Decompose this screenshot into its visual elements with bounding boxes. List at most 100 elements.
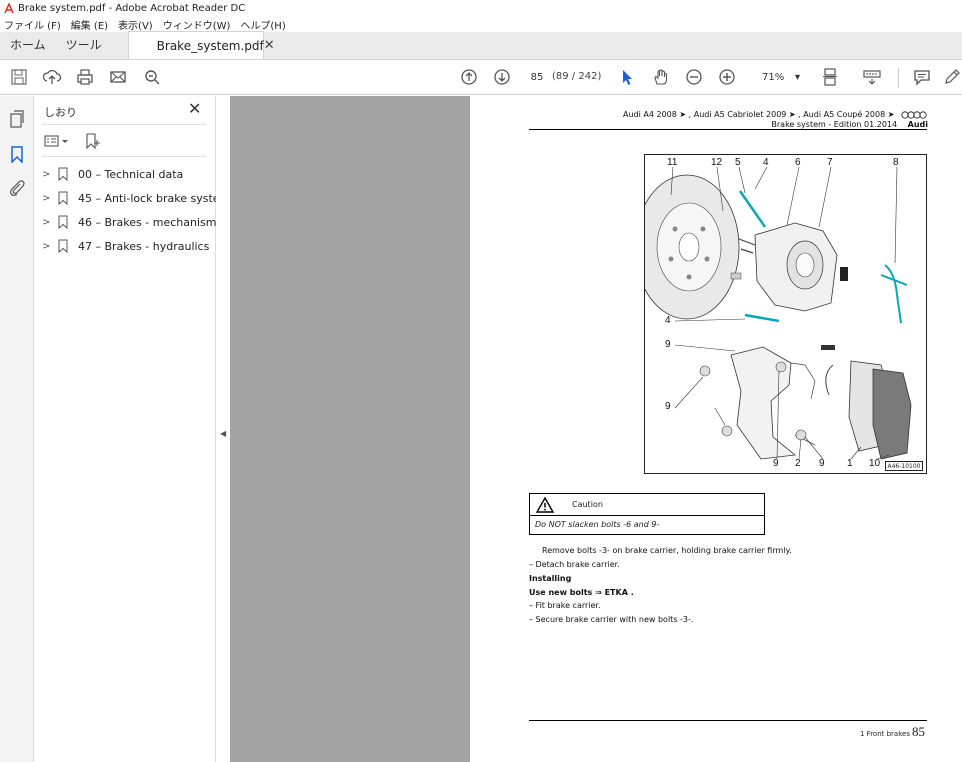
page-header-models: Audi A4 2008 ➤ , Audi A5 Cabriolet 2009 … [623, 110, 928, 119]
menu-edit[interactable]: 編集 (E) [71, 17, 108, 32]
bookmark-flag-icon [58, 239, 68, 253]
toolbar-separator [898, 68, 899, 88]
menu-view[interactable]: 表示(V) [118, 17, 153, 32]
callout-label: 9 [819, 458, 825, 469]
zoom-out-icon[interactable] [684, 67, 704, 87]
callout-label: 9 [773, 458, 779, 469]
caution-text: Do NOT slacken bolts -6 and 9- [535, 520, 660, 529]
divider [42, 156, 206, 157]
print-icon[interactable] [75, 67, 95, 87]
toolbar: (89 / 242) 71% ▾ [0, 60, 962, 95]
bookmarks-icon[interactable] [8, 145, 26, 164]
callout-label: 12 [711, 157, 723, 168]
expand-chevron-icon[interactable]: > [42, 241, 54, 252]
callout-label: 9 [665, 401, 671, 412]
footer-rule [529, 720, 927, 721]
menu-window[interactable]: ウィンドウ(W) [163, 17, 231, 32]
panel-collapse-strip: ◀ [216, 96, 230, 762]
menu-file[interactable]: ファイル (F) [4, 17, 61, 32]
bookmark-label: 46 – Brakes - mechanism [78, 215, 217, 229]
callout-label: 10 [869, 458, 881, 469]
pen-icon[interactable] [942, 67, 962, 87]
bookmarks-close-icon[interactable]: ✕ [188, 99, 201, 118]
bookmark-item[interactable]: > 00 – Technical data [42, 165, 183, 183]
brake-exploded-diagram: 11 12 5 4 6 7 8 4 9 9 9 2 9 1 10 A46-101… [644, 154, 927, 474]
footer-page-number: 85 [912, 724, 925, 739]
step-text: Remove bolts -3- on brake carrier, holdi… [542, 546, 792, 555]
title-bar: Brake system.pdf - Adobe Acrobat Reader … [0, 0, 962, 16]
bookmarks-panel-title: しおり [44, 106, 77, 119]
expand-chevron-icon[interactable]: > [42, 193, 54, 204]
page-thumbnails-icon[interactable] [8, 110, 26, 128]
next-page-icon[interactable] [492, 67, 512, 87]
callout-label: 1 [847, 458, 853, 469]
callout-label: 5 [735, 157, 741, 168]
section-heading: Installing [529, 574, 572, 583]
page-layout-icon[interactable] [820, 67, 840, 87]
zoom-caret-icon: ▾ [794, 72, 800, 83]
tab-document-label: Brake_system.pdf [156, 38, 264, 53]
caution-header: Caution [530, 494, 764, 516]
tab-home[interactable]: ホーム [0, 31, 56, 59]
select-tool-icon[interactable] [617, 67, 637, 87]
bookmark-label: 00 – Technical data [78, 167, 184, 181]
callout-label: 4 [763, 157, 769, 168]
warning-triangle-icon [536, 497, 554, 513]
callout-label: 4 [665, 315, 671, 326]
upload-icon[interactable] [42, 67, 62, 87]
page-number-input[interactable] [526, 68, 548, 86]
comment-icon[interactable] [912, 67, 932, 87]
save-icon[interactable] [9, 67, 29, 87]
figure-code: A46-10100 [885, 461, 923, 471]
pdf-page: Audi A4 2008 ➤ , Audi A5 Cabriolet 2009 … [470, 96, 962, 762]
find-icon[interactable] [142, 67, 162, 87]
expand-chevron-icon[interactable]: > [42, 217, 54, 228]
bookmark-options-icon[interactable] [44, 134, 70, 148]
bookmark-flag-icon [58, 191, 68, 205]
bookmark-label: 47 – Brakes - hydraulics [78, 239, 210, 253]
hand-tool-icon[interactable] [651, 67, 671, 87]
window-title: Brake system.pdf - Adobe Acrobat Reader … [18, 2, 246, 14]
expand-chevron-icon[interactable]: > [42, 169, 54, 180]
callout-label: 6 [795, 157, 801, 168]
zoom-select[interactable]: 71% ▾ [752, 69, 804, 86]
callout-label: 9 [665, 339, 671, 350]
bookmarks-panel: しおり ✕ > 00 – Technical data > 45 – Anti-… [34, 96, 230, 762]
menu-help[interactable]: ヘルプ(H) [240, 17, 285, 32]
keyboard-icon[interactable] [862, 67, 882, 87]
bookmark-flag-icon [58, 167, 68, 181]
divider [42, 124, 206, 125]
note-text: Use new bolts ⇒ ETKA . [529, 588, 634, 597]
diagram-drawing [645, 166, 912, 460]
tab-close-icon[interactable]: ✕ [264, 38, 275, 53]
header-rule [529, 129, 927, 130]
tab-tools[interactable]: ツール [56, 31, 112, 59]
menu-bar: ファイル (F) 編集 (E) 表示(V) ウィンドウ(W) ヘルプ(H) [0, 16, 962, 32]
bookmark-item[interactable]: > 46 – Brakes - mechanism [42, 213, 216, 231]
email-icon[interactable] [108, 67, 128, 87]
tab-document[interactable]: Brake_system.pdf ✕ [127, 31, 275, 59]
step-text: – Detach brake carrier. [529, 560, 620, 569]
step-text: – Secure brake carrier with new bolts -3… [529, 615, 694, 624]
tab-bar: ホーム ツール Brake_system.pdf ✕ [0, 31, 962, 60]
attachments-icon[interactable] [8, 179, 26, 197]
prev-page-icon[interactable] [459, 67, 479, 87]
collapse-panel-icon[interactable]: ◀ [220, 429, 226, 438]
footer-section: 1 Front brakes [860, 730, 910, 738]
callout-label: 8 [893, 157, 899, 168]
callout-label: 7 [827, 157, 833, 168]
page-count: (89 / 242) [552, 71, 602, 82]
step-text: – Fit brake carrier. [529, 601, 601, 610]
page-header-edition: Brake system - Edition 01.2014 Audi [771, 120, 928, 129]
callout-label: 2 [795, 458, 801, 469]
bookmark-flag-icon [58, 215, 68, 229]
document-background [230, 96, 470, 762]
caution-box: Caution Do NOT slacken bolts -6 and 9- [529, 493, 765, 535]
bookmarks-toolbar [44, 132, 102, 150]
zoom-in-icon[interactable] [717, 67, 737, 87]
bookmark-item[interactable]: > 47 – Brakes - hydraulics [42, 237, 209, 255]
new-bookmark-icon[interactable] [84, 133, 102, 149]
callout-label: 11 [667, 157, 678, 168]
zoom-value: 71% [762, 72, 785, 83]
bookmark-item[interactable]: > 45 – Anti-lock brake system [42, 189, 230, 207]
